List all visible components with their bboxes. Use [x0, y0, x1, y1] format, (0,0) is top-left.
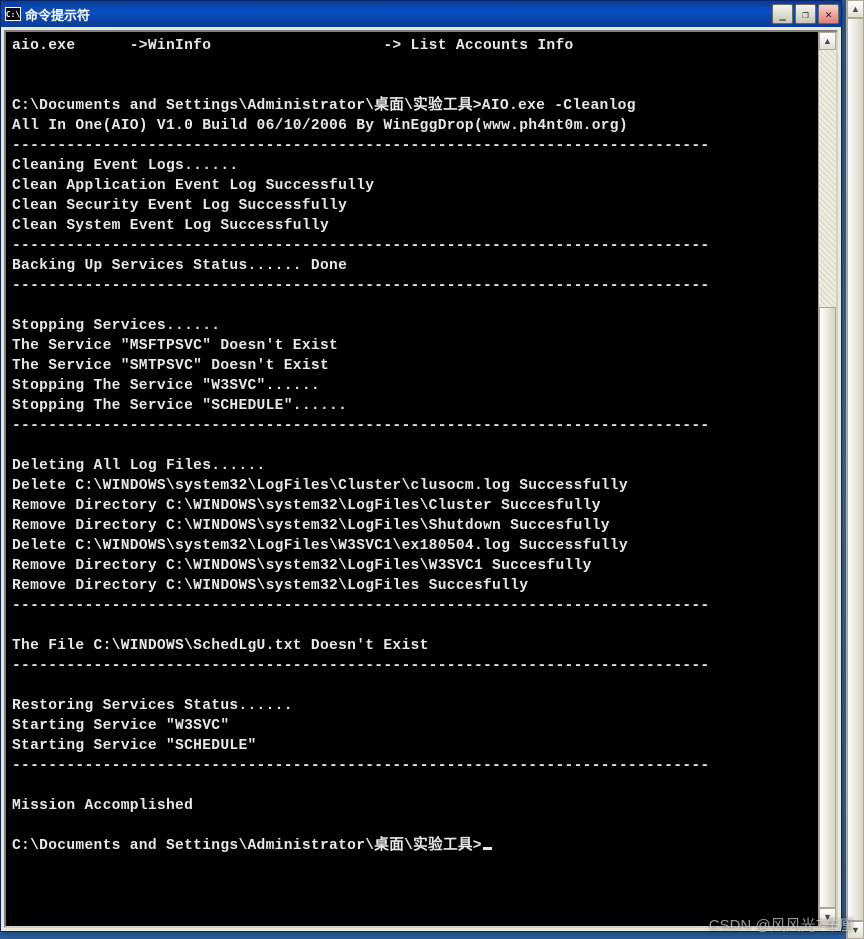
cmd-icon: C:\	[5, 7, 21, 21]
scroll-thumb[interactable]	[847, 18, 864, 921]
console-line: ----------------------------------------…	[12, 758, 709, 774]
console-line: All In One(AIO) V1.0 Build 06/10/2006 By…	[12, 118, 628, 134]
console-line: Mission Accomplished	[12, 798, 193, 814]
console-line: Backing Up Services Status...... Done	[12, 258, 347, 274]
console-line: ----------------------------------------…	[12, 138, 709, 154]
console-line: Restoring Services Status......	[12, 698, 293, 714]
console-line: Delete C:\WINDOWS\system32\LogFiles\W3SV…	[12, 538, 628, 554]
scroll-thumb[interactable]	[819, 307, 836, 908]
desktop: C:\ 命令提示符 _ ❐ ✕ aio.exe ->WinInfo -> Lis…	[0, 0, 864, 939]
console-line: Cleaning Event Logs......	[12, 158, 238, 174]
console-line: aio.exe ->WinInfo -> List Accounts Info	[12, 38, 574, 54]
console-line: Stopping The Service "SCHEDULE"......	[12, 398, 347, 414]
scroll-up-button[interactable]: ▲	[819, 32, 836, 50]
cursor-icon	[483, 847, 492, 850]
console-line: ----------------------------------------…	[12, 658, 709, 674]
console-line: The File C:\WINDOWS\SchedLgU.txt Doesn't…	[12, 638, 429, 654]
console-line: Remove Directory C:\WINDOWS\system32\Log…	[12, 498, 601, 514]
console-scrollbar[interactable]: ▲ ▼	[818, 32, 836, 926]
client-area: aio.exe ->WinInfo -> List Accounts Info …	[4, 30, 838, 928]
console-line: Remove Directory C:\WINDOWS\system32\Log…	[12, 518, 610, 534]
close-button[interactable]: ✕	[818, 4, 839, 24]
console-output[interactable]: aio.exe ->WinInfo -> List Accounts Info …	[6, 32, 818, 926]
titlebar[interactable]: C:\ 命令提示符 _ ❐ ✕	[1, 1, 841, 27]
outer-scrollbar[interactable]: ▲ ▼	[846, 0, 864, 939]
console-line: Remove Directory C:\WINDOWS\system32\Log…	[12, 558, 592, 574]
console-line: Clean Security Event Log Successfully	[12, 198, 347, 214]
console-line: Deleting All Log Files......	[12, 458, 266, 474]
console-prompt: C:\Documents and Settings\Administrator\…	[12, 838, 482, 854]
console-line: C:\Documents and Settings\Administrator\…	[12, 98, 636, 114]
console-line: Starting Service "SCHEDULE"	[12, 738, 257, 754]
console-line: Delete C:\WINDOWS\system32\LogFiles\Clus…	[12, 478, 628, 494]
console-line: Remove Directory C:\WINDOWS\system32\Log…	[12, 578, 528, 594]
minimize-button[interactable]: _	[772, 4, 793, 24]
console-line: ----------------------------------------…	[12, 418, 709, 434]
maximize-button[interactable]: ❐	[795, 4, 816, 24]
console-line: Clean System Event Log Successfully	[12, 218, 329, 234]
console-line: ----------------------------------------…	[12, 238, 709, 254]
scroll-track[interactable]	[847, 18, 864, 921]
window-title: 命令提示符	[25, 5, 772, 24]
console-line: Stopping The Service "W3SVC"......	[12, 378, 320, 394]
console-line: The Service "SMTPSVC" Doesn't Exist	[12, 358, 329, 374]
console-line: Stopping Services......	[12, 318, 220, 334]
scroll-up-button[interactable]: ▲	[847, 0, 864, 18]
command-prompt-window: C:\ 命令提示符 _ ❐ ✕ aio.exe ->WinInfo -> Lis…	[0, 0, 842, 932]
window-buttons: _ ❐ ✕	[772, 4, 839, 24]
console-line: Clean Application Event Log Successfully	[12, 178, 374, 194]
console-line: ----------------------------------------…	[12, 598, 709, 614]
console-line: Starting Service "W3SVC"	[12, 718, 229, 734]
console-line: ----------------------------------------…	[12, 278, 709, 294]
scroll-track[interactable]	[819, 50, 836, 908]
console-line: The Service "MSFTPSVC" Doesn't Exist	[12, 338, 338, 354]
watermark: CSDN @风风光7车厘	[709, 914, 854, 935]
